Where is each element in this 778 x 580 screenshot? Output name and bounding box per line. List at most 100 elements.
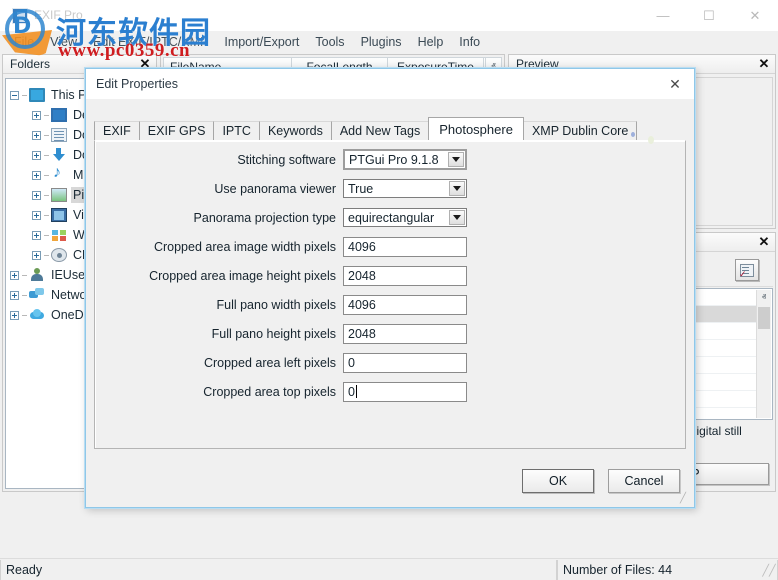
window-titlebar: EXIF Pro — ☐ ✕ [0,0,778,31]
tab-xmp-dublin-core[interactable]: XMP Dublin Core [522,121,638,140]
close-icon[interactable]: ✕ [732,0,778,31]
metadata-scroll-thumb[interactable] [758,307,770,329]
menu-item-view[interactable]: View [42,33,85,51]
field-stitching-software: Stitching software PTGui Pro 9.1.8 [95,149,685,170]
photosphere-tab-page: Stitching software PTGui Pro 9.1.8 Use pan… [94,140,686,449]
field-panorama-projection-type: Panorama projection type equirectangular [95,207,685,228]
pictures-icon [51,188,67,202]
documents-icon [51,128,67,142]
metadata-scroll-up-icon[interactable]: ⱏ [757,290,771,305]
dialog-tabstrip[interactable]: EXIF EXIF GPS IPTC Keywords Add New Tags Phot… [94,117,686,140]
collapse-icon[interactable] [10,90,19,100]
menu-item-info[interactable]: Info [451,33,488,51]
expand-icon[interactable] [10,270,19,280]
menu-item-file[interactable]: File [6,33,42,51]
chevron-down-icon[interactable] [449,210,465,225]
field-cropped-area-image-width-pixels: Cropped area image width pixels 4096 [95,236,685,257]
resize-grip-icon[interactable]: ╱╱ [762,564,776,578]
metadata-mark-icon: ✓ [739,269,747,279]
computer-icon [29,88,45,102]
input-full-pano-width-pixels[interactable]: 4096 [343,294,467,315]
input-full-pano-height-pixels[interactable]: 2048 [343,323,467,344]
menu-bar: File View Edit EXIF/IPTC/XMP Import/Expo… [0,31,778,53]
tree-connector [44,254,49,256]
tree-connector [22,294,27,296]
network-icon [29,288,45,302]
menu-item-edit-exif[interactable]: Edit EXIF/IPTC/XMP [85,33,216,51]
tab-iptc[interactable]: IPTC [213,121,260,140]
field-label: Full pano width pixels [216,297,336,312]
tree-connector [22,94,27,96]
expand-icon[interactable] [10,310,19,320]
tree-connector [44,154,49,156]
edit-properties-dialog: Edit Properties ✕ EXIF EXIF GPS IPTC Keywor… [85,68,695,508]
field-label: Cropped area image height pixels [149,268,336,283]
menu-item-tools[interactable]: Tools [307,33,352,51]
field-use-panorama-viewer: Use panorama viewer True [95,178,685,199]
preview-panel-close-icon[interactable]: ✕ [757,56,771,72]
menu-item-help[interactable]: Help [410,33,452,51]
expand-icon[interactable] [32,230,41,240]
tab-exif-gps[interactable]: EXIF GPS [138,121,215,140]
application-window: EXIF Pro — ☐ ✕ File View Edit EXIF/IPTC/… [0,0,778,580]
tree-connector [44,174,49,176]
expand-icon[interactable] [32,250,41,260]
combo-stitching-software[interactable]: PTGui Pro 9.1.8 [343,149,467,170]
chevron-down-icon[interactable] [448,152,464,167]
tree-connector [22,314,27,316]
metadata-panel-close-icon[interactable]: ✕ [757,234,771,250]
expand-icon[interactable] [32,190,41,200]
expand-icon[interactable] [32,210,41,220]
cd-drive-icon [51,248,67,262]
input-cropped-area-image-width-pixels[interactable]: 4096 [343,236,467,257]
expand-icon[interactable] [32,150,41,160]
edit-metadata-icon[interactable]: ✓ [735,259,759,281]
input-cropped-area-top-pixels[interactable]: 0 [343,381,467,402]
tab-exif[interactable]: EXIF [94,121,140,140]
expand-icon[interactable] [10,290,19,300]
ok-button[interactable]: OK [522,469,594,493]
dialog-close-icon[interactable]: ✕ [656,69,694,99]
metadata-vscrollbar[interactable]: ⱏ [756,290,771,418]
input-cropped-area-image-height-pixels[interactable]: 2048 [343,265,467,286]
field-cropped-area-image-height-pixels: Cropped area image height pixels 2048 [95,265,685,286]
folders-panel-title: Folders [10,57,51,71]
expand-icon[interactable] [32,170,41,180]
field-label: Cropped area image width pixels [153,239,336,254]
photosphere-form: Stitching software PTGui Pro 9.1.8 Use pan… [95,149,685,410]
dialog-resize-grip-icon: ╱ [680,493,687,504]
field-cropped-area-left-pixels: Cropped area left pixels 0 [95,352,685,373]
app-icon [12,8,28,24]
field-label: Cropped area left pixels [203,355,336,370]
tree-connector [22,274,27,276]
expand-icon[interactable] [32,110,41,120]
downloads-icon [51,148,67,162]
onedrive-icon [29,308,45,322]
preview-highlight-secondary [631,131,635,137]
combo-use-panorama-viewer[interactable]: True [343,179,467,198]
tab-keywords[interactable]: Keywords [258,121,332,140]
tree-connector [44,114,49,116]
window-controls: — ☐ ✕ [640,0,778,31]
field-label: Panorama projection type [193,210,336,225]
combo-value: equirectangular [348,210,435,225]
field-full-pano-width-pixels: Full pano width pixels 4096 [95,294,685,315]
dialog-title: Edit Properties [96,77,178,91]
window-title: EXIF Pro [34,8,83,22]
menu-item-plugins[interactable]: Plugins [353,33,410,51]
tab-photosphere[interactable]: Photosphere [428,117,524,140]
input-cropped-area-left-pixels[interactable]: 0 [343,352,467,373]
chevron-down-icon[interactable] [449,181,465,196]
menu-item-import-export[interactable]: Import/Export [216,33,307,51]
tree-connector [44,134,49,136]
minimize-icon[interactable]: — [640,0,686,31]
maximize-icon[interactable]: ☐ [686,0,732,31]
combo-panorama-projection-type[interactable]: equirectangular [343,208,467,227]
status-ready-text: Ready [0,559,557,580]
field-cropped-area-top-pixels: Cropped area top pixels 0 [95,381,685,402]
tab-add-new-tags[interactable]: Add New Tags [330,121,430,140]
expand-icon[interactable] [32,130,41,140]
cancel-button[interactable]: Cancel [608,469,680,493]
field-label: Stitching software [237,152,336,167]
status-bar: Ready Number of Files: 44 ╱╱ [0,558,778,580]
